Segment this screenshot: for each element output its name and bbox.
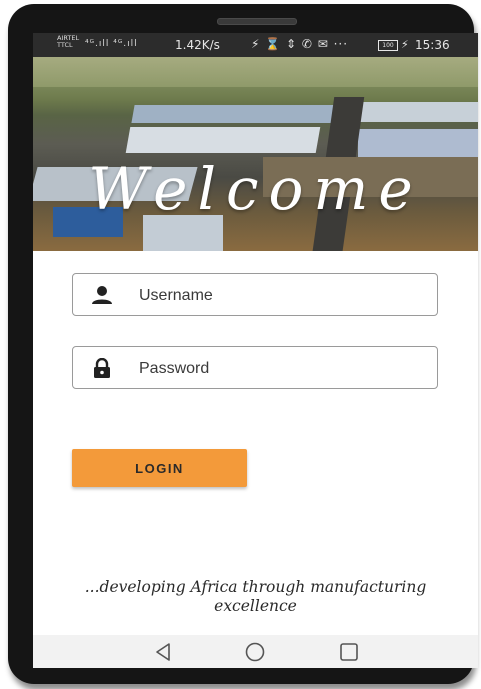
hero-image: Welcome xyxy=(33,57,478,251)
username-field[interactable] xyxy=(72,273,438,317)
battery-icon: 100 xyxy=(378,40,398,51)
back-icon[interactable] xyxy=(150,639,176,665)
password-field[interactable] xyxy=(72,346,438,390)
username-input[interactable] xyxy=(137,274,431,317)
tagline-line-2: excellence xyxy=(214,597,297,615)
login-button[interactable]: LOGIN xyxy=(72,449,247,487)
app-screen: AIRTEL TTCL ⁴ᴳ.ıll ⁴ᴳ.ıll 1.42K/s ⚡ ⌛ ⇕ … xyxy=(33,33,478,668)
tagline-line-1: ...developing Africa through manufacturi… xyxy=(84,578,427,596)
carrier-bottom: TTCL xyxy=(57,41,73,49)
network-speed: 1.42K/s xyxy=(175,38,220,52)
signal-icon: ⁴ᴳ.ıll ⁴ᴳ.ıll xyxy=(85,39,138,49)
welcome-heading: Welcome xyxy=(88,155,423,223)
tagline: ...developing Africa through manufacturi… xyxy=(33,578,478,616)
carrier-label: AIRTEL TTCL xyxy=(57,35,79,49)
home-icon[interactable] xyxy=(242,639,268,665)
charging-icon: ⚡ xyxy=(401,38,409,51)
phone-frame: AIRTEL TTCL ⁴ᴳ.ıll ⁴ᴳ.ıll 1.42K/s ⚡ ⌛ ⇕ … xyxy=(8,4,478,684)
recents-icon[interactable] xyxy=(336,639,362,665)
user-icon xyxy=(92,286,112,304)
notification-icons: ⚡ ⌛ ⇕ ✆ ✉ ··· xyxy=(251,37,349,51)
password-input[interactable] xyxy=(137,347,431,390)
navigation-bar xyxy=(33,635,478,668)
lock-icon xyxy=(94,358,110,378)
clock: 15:36 xyxy=(415,38,450,52)
status-bar: AIRTEL TTCL ⁴ᴳ.ıll ⁴ᴳ.ıll 1.42K/s ⚡ ⌛ ⇕ … xyxy=(33,33,478,57)
phone-speaker xyxy=(217,18,297,25)
